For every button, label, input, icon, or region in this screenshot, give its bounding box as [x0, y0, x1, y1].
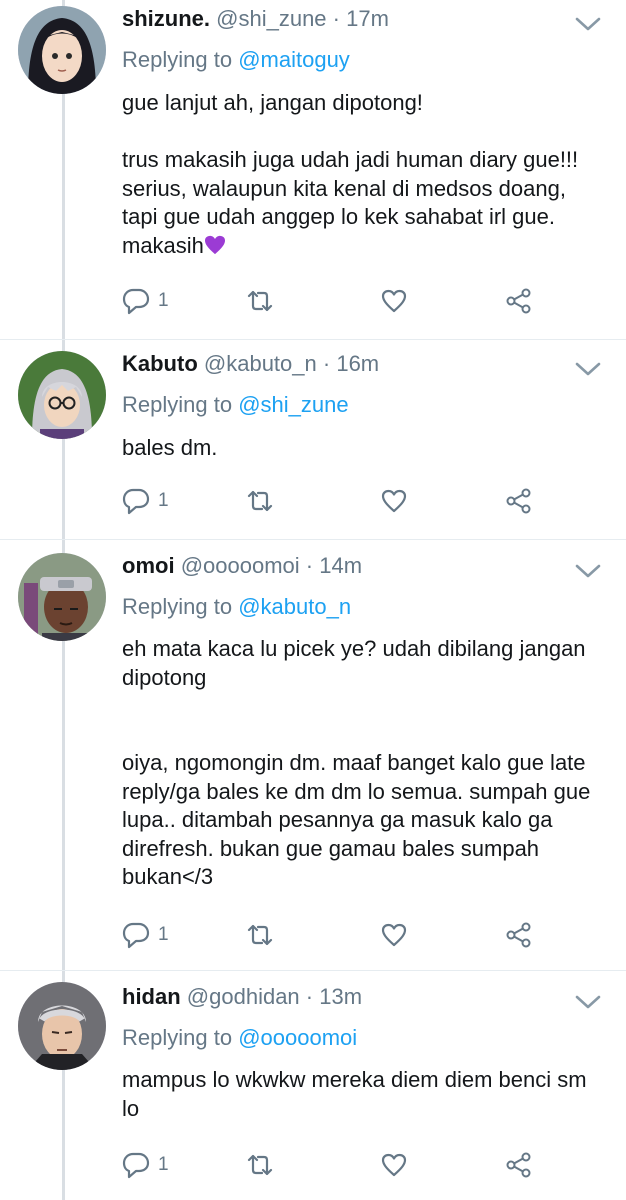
reply-icon — [122, 288, 150, 315]
user-handle[interactable]: @kabuto_n — [204, 351, 317, 376]
retweet-button[interactable] — [246, 486, 274, 516]
tweet-divider — [0, 339, 626, 340]
tweet-text-content: gue lanjut ah, jangan dipotong! trus mak… — [122, 90, 579, 258]
user-handle[interactable]: @godhidan — [187, 984, 300, 1009]
share-button[interactable] — [505, 486, 533, 516]
mention-link[interactable]: @kabuto_n — [238, 594, 351, 619]
share-button[interactable] — [505, 920, 533, 950]
tweet-header: omoi @ooooomoi · 14m — [122, 553, 362, 579]
tweet-header: shizune. @shi_zune · 17m — [122, 6, 389, 32]
reply-button[interactable]: 1 — [122, 486, 169, 516]
reply-icon — [122, 488, 150, 515]
display-name[interactable]: hidan — [122, 984, 181, 1009]
timestamp[interactable]: 14m — [319, 553, 362, 578]
tweet-header: hidan @godhidan · 13m — [122, 984, 362, 1010]
avatar[interactable] — [18, 351, 106, 439]
retweet-button[interactable] — [246, 286, 274, 316]
share-button[interactable] — [505, 1150, 533, 1180]
reply-count: 1 — [158, 924, 169, 945]
user-handle[interactable]: @shi_zune — [216, 6, 326, 31]
tweet-text: gue lanjut ah, jangan dipotong! trus mak… — [122, 89, 607, 260]
reply-count: 1 — [158, 290, 169, 311]
avatar[interactable] — [18, 6, 106, 94]
share-icon — [506, 288, 531, 314]
like-button[interactable] — [380, 486, 408, 516]
share-icon — [506, 922, 531, 948]
tweet-actions: 1 — [122, 486, 542, 516]
avatar-hidan-icon — [18, 982, 106, 1070]
separator-dot: · — [305, 553, 314, 578]
timestamp[interactable]: 13m — [319, 984, 362, 1009]
reply-icon — [122, 1152, 150, 1179]
user-handle[interactable]: @ooooomoi — [181, 553, 300, 578]
reply-button[interactable]: 1 — [122, 286, 169, 316]
share-button[interactable] — [505, 286, 533, 316]
reply-button[interactable]: 1 — [122, 1150, 169, 1180]
heart-icon — [381, 289, 407, 313]
chevron-down-icon[interactable] — [574, 992, 602, 1012]
mention-link[interactable]: @shi_zune — [238, 392, 348, 417]
separator-dot: · — [332, 6, 340, 31]
replying-to: Replying to @kabuto_n — [122, 594, 351, 620]
tweet-text: mampus lo wkwkw mereka diem diem benci s… — [122, 1066, 607, 1123]
reply-count: 1 — [158, 1154, 169, 1175]
retweet-icon — [247, 1154, 273, 1176]
mention-link[interactable]: @maitoguy — [238, 47, 350, 72]
reply-icon — [122, 922, 150, 949]
tweet-actions: 1 — [122, 286, 542, 316]
replying-prefix: Replying to — [122, 47, 233, 72]
replying-prefix: Replying to — [122, 392, 233, 417]
retweet-icon — [247, 490, 273, 512]
purple-heart-icon — [204, 235, 225, 254]
heart-icon — [381, 489, 407, 513]
tweet-text-content: mampus lo wkwkw mereka diem diem benci s… — [122, 1067, 593, 1121]
tweet-actions: 1 — [122, 1150, 542, 1180]
tweet-text: bales dm. — [122, 434, 607, 463]
chevron-down-icon[interactable] — [574, 14, 602, 34]
avatar-shizune-icon — [18, 6, 106, 94]
replying-prefix: Replying to — [122, 594, 233, 619]
like-button[interactable] — [380, 286, 408, 316]
tweet-text-content: bales dm. — [122, 435, 218, 460]
chevron-down-icon[interactable] — [574, 561, 602, 581]
replying-prefix: Replying to — [122, 1025, 233, 1050]
retweet-icon — [247, 290, 273, 312]
avatar[interactable] — [18, 553, 106, 641]
chevron-down-icon[interactable] — [574, 359, 602, 379]
share-icon — [506, 488, 531, 514]
timestamp[interactable]: 16m — [336, 351, 379, 376]
like-button[interactable] — [380, 1150, 408, 1180]
timestamp[interactable]: 17m — [346, 6, 389, 31]
display-name[interactable]: Kabuto — [122, 351, 198, 376]
like-button[interactable] — [380, 920, 408, 950]
mention-link[interactable]: @ooooomoi — [238, 1025, 357, 1050]
retweet-button[interactable] — [246, 1150, 274, 1180]
retweet-icon — [247, 924, 273, 946]
display-name[interactable]: omoi — [122, 553, 175, 578]
tweet-divider — [0, 539, 626, 540]
tweet-divider — [0, 970, 626, 971]
display-name[interactable]: shizune. — [122, 6, 210, 31]
reply-count: 1 — [158, 490, 169, 511]
avatar[interactable] — [18, 982, 106, 1070]
heart-icon — [381, 923, 407, 947]
tweet-actions: 1 — [122, 920, 542, 950]
tweet-text: eh mata kaca lu picek ye? udah dibilang … — [122, 635, 607, 892]
heart-icon — [381, 1153, 407, 1177]
retweet-button[interactable] — [246, 920, 274, 950]
tweet-text-content: eh mata kaca lu picek ye? udah dibilang … — [122, 636, 591, 889]
replying-to: Replying to @ooooomoi — [122, 1025, 357, 1051]
avatar-omoi-icon — [18, 553, 106, 641]
share-icon — [506, 1152, 531, 1178]
replying-to: Replying to @maitoguy — [122, 47, 350, 73]
replying-to: Replying to @shi_zune — [122, 392, 349, 418]
tweet-header: Kabuto @kabuto_n · 16m — [122, 351, 379, 377]
reply-button[interactable]: 1 — [122, 920, 169, 950]
separator-dot: · — [322, 351, 331, 376]
separator-dot: · — [305, 984, 314, 1009]
avatar-kabuto-icon — [18, 351, 106, 439]
